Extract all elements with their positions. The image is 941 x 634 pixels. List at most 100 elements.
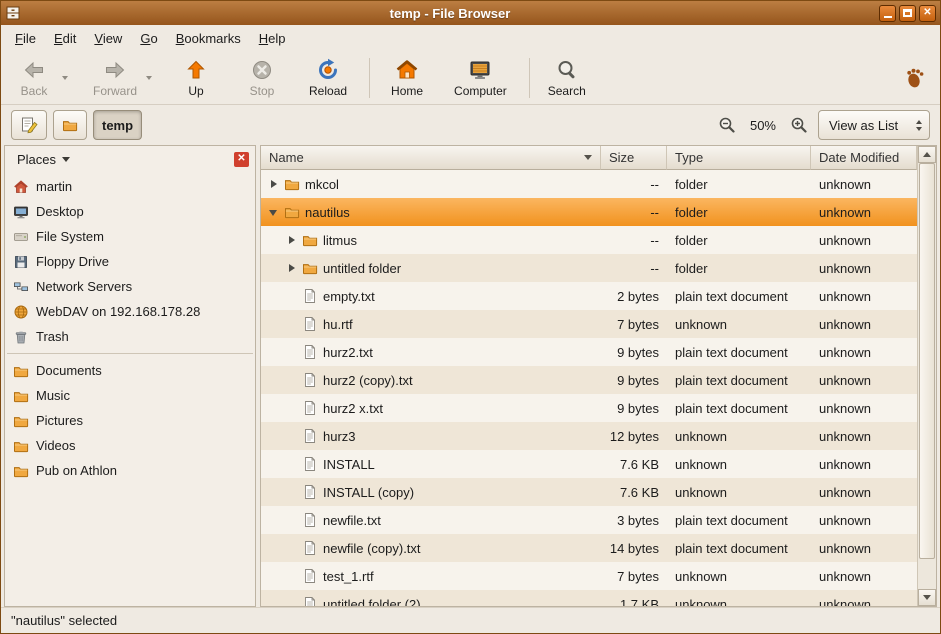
- file-date-modified: unknown: [811, 457, 917, 472]
- up-button[interactable]: Up: [171, 54, 221, 102]
- computer-button[interactable]: Computer: [448, 54, 513, 102]
- close-icon: ✕: [923, 8, 931, 18]
- file-row-nautilus[interactable]: nautilus -- folder unknown: [261, 198, 917, 226]
- sidebar-item-floppy-drive[interactable]: Floppy Drive: [5, 249, 255, 274]
- sidebar-item-pictures[interactable]: Pictures: [5, 408, 255, 433]
- file-name: nautilus: [305, 205, 350, 220]
- sidebar-item-label: Music: [36, 388, 70, 403]
- menu-help[interactable]: Help: [251, 28, 294, 49]
- file-name: hurz2 (copy).txt: [323, 373, 413, 388]
- menu-view[interactable]: View: [86, 28, 130, 49]
- file-row-hurz3[interactable]: hurz3 12 bytes unknown unknown: [261, 422, 917, 450]
- network-icon: [13, 279, 29, 295]
- search-button[interactable]: Search: [542, 54, 592, 102]
- minimize-button[interactable]: [879, 5, 896, 22]
- file-row-hurz2-copy-txt[interactable]: hurz2 (copy).txt 9 bytes plain text docu…: [261, 366, 917, 394]
- toolbar-separator: [369, 58, 370, 98]
- column-header-label: Type: [675, 150, 703, 165]
- file-row-hu-rtf[interactable]: hu.rtf 7 bytes unknown unknown: [261, 310, 917, 338]
- expander-icon[interactable]: [269, 207, 279, 217]
- column-header-name[interactable]: Name: [261, 146, 601, 170]
- sidebar-item-documents[interactable]: Documents: [5, 358, 255, 383]
- toggle-location-entry-button[interactable]: [11, 110, 47, 140]
- scroll-up-button[interactable]: [918, 146, 936, 163]
- titlebar[interactable]: temp - File Browser ✕: [1, 1, 940, 25]
- expander-icon[interactable]: [269, 179, 279, 189]
- toolbar-dropdown-arrow[interactable]: [59, 54, 71, 102]
- column-header-type[interactable]: Type: [667, 146, 811, 170]
- sidebar-item-pub-on-athlon[interactable]: Pub on Athlon: [5, 458, 255, 483]
- file-row-newfile-copy-txt[interactable]: newfile (copy).txt 14 bytes plain text d…: [261, 534, 917, 562]
- up-icon: [184, 58, 208, 82]
- search-icon: [555, 58, 579, 82]
- zoom-in-button[interactable]: [786, 112, 812, 138]
- file-icon: [302, 484, 318, 500]
- zoom-out-icon: [718, 116, 736, 134]
- reload-icon: [316, 58, 340, 82]
- file-row-install-copy[interactable]: INSTALL (copy) 7.6 KB unknown unknown: [261, 478, 917, 506]
- sidebar-item-label: Pub on Athlon: [36, 463, 117, 478]
- folder-icon: [302, 232, 318, 248]
- menu-file[interactable]: File: [7, 28, 44, 49]
- sidebar-item-videos[interactable]: Videos: [5, 433, 255, 458]
- scrollbar-track[interactable]: [918, 163, 936, 589]
- file-type: folder: [667, 261, 811, 276]
- sidebar-close-button[interactable]: ✕: [234, 152, 249, 167]
- path-current-button[interactable]: temp: [93, 110, 142, 140]
- column-header-date-modified[interactable]: Date Modified: [811, 146, 917, 170]
- file-date-modified: unknown: [811, 233, 917, 248]
- file-row-install[interactable]: INSTALL 7.6 KB unknown unknown: [261, 450, 917, 478]
- close-button[interactable]: ✕: [919, 5, 936, 22]
- file-row-hurz2-x-txt[interactable]: hurz2 x.txt 9 bytes plain text document …: [261, 394, 917, 422]
- sidebar-item-webdav-on-192-168-178-28[interactable]: WebDAV on 192.168.178.28: [5, 299, 255, 324]
- file-list-area: Name Size Type Date Modified mkcol -- fo…: [260, 145, 937, 607]
- column-header-label: Date Modified: [819, 150, 899, 165]
- column-header-label: Name: [269, 150, 304, 165]
- stop-button: Stop: [237, 54, 287, 102]
- column-headers: Name Size Type Date Modified: [261, 146, 917, 170]
- back-button: Back: [9, 54, 59, 102]
- menu-edit[interactable]: Edit: [46, 28, 84, 49]
- toolbar-dropdown-arrow[interactable]: [143, 54, 155, 102]
- zoom-out-button[interactable]: [714, 112, 740, 138]
- file-date-modified: unknown: [811, 597, 917, 607]
- file-row-litmus[interactable]: litmus -- folder unknown: [261, 226, 917, 254]
- home-button[interactable]: Home: [382, 54, 432, 102]
- file-row-untitled-folder[interactable]: untitled folder -- folder unknown: [261, 254, 917, 282]
- path-root-button[interactable]: [53, 110, 87, 140]
- menu-go[interactable]: Go: [132, 28, 165, 49]
- zoom-in-icon: [790, 116, 808, 134]
- sidebar-item-martin[interactable]: martin: [5, 174, 255, 199]
- folder-icon: [13, 413, 29, 429]
- folder-icon: [284, 176, 300, 192]
- view-mode-select[interactable]: View as List: [818, 110, 930, 140]
- scroll-down-button[interactable]: [918, 589, 936, 606]
- column-header-size[interactable]: Size: [601, 146, 667, 170]
- forward-button: Forward: [87, 54, 143, 102]
- sidebar-item-network-servers[interactable]: Network Servers: [5, 274, 255, 299]
- sidebar-item-music[interactable]: Music: [5, 383, 255, 408]
- vertical-scrollbar[interactable]: [917, 146, 936, 606]
- places-selector[interactable]: Places: [13, 150, 74, 169]
- file-row-hurz2-txt[interactable]: hurz2.txt 9 bytes plain text document un…: [261, 338, 917, 366]
- path-current-label: temp: [102, 118, 133, 133]
- file-row-test-1-rtf[interactable]: test_1.rtf 7 bytes unknown unknown: [261, 562, 917, 590]
- file-date-modified: unknown: [811, 345, 917, 360]
- file-date-modified: unknown: [811, 485, 917, 500]
- file-row-untitled-folder-2[interactable]: untitled folder (2) 1.7 KB unknown unkno…: [261, 590, 917, 606]
- reload-button[interactable]: Reload: [303, 54, 353, 102]
- scrollbar-thumb[interactable]: [919, 163, 935, 559]
- sidebar-item-trash[interactable]: Trash: [5, 324, 255, 349]
- file-row-mkcol[interactable]: mkcol -- folder unknown: [261, 170, 917, 198]
- file-row-empty-txt[interactable]: empty.txt 2 bytes plain text document un…: [261, 282, 917, 310]
- file-type: folder: [667, 177, 811, 192]
- maximize-button[interactable]: [899, 5, 916, 22]
- menu-bookmarks[interactable]: Bookmarks: [168, 28, 249, 49]
- sidebar-item-file-system[interactable]: File System: [5, 224, 255, 249]
- expander-icon[interactable]: [287, 235, 297, 245]
- sidebar-item-desktop[interactable]: Desktop: [5, 199, 255, 224]
- file-name: newfile (copy).txt: [323, 541, 421, 556]
- expander-icon[interactable]: [287, 263, 297, 273]
- toolbar-separator: [529, 58, 530, 98]
- file-row-newfile-txt[interactable]: newfile.txt 3 bytes plain text document …: [261, 506, 917, 534]
